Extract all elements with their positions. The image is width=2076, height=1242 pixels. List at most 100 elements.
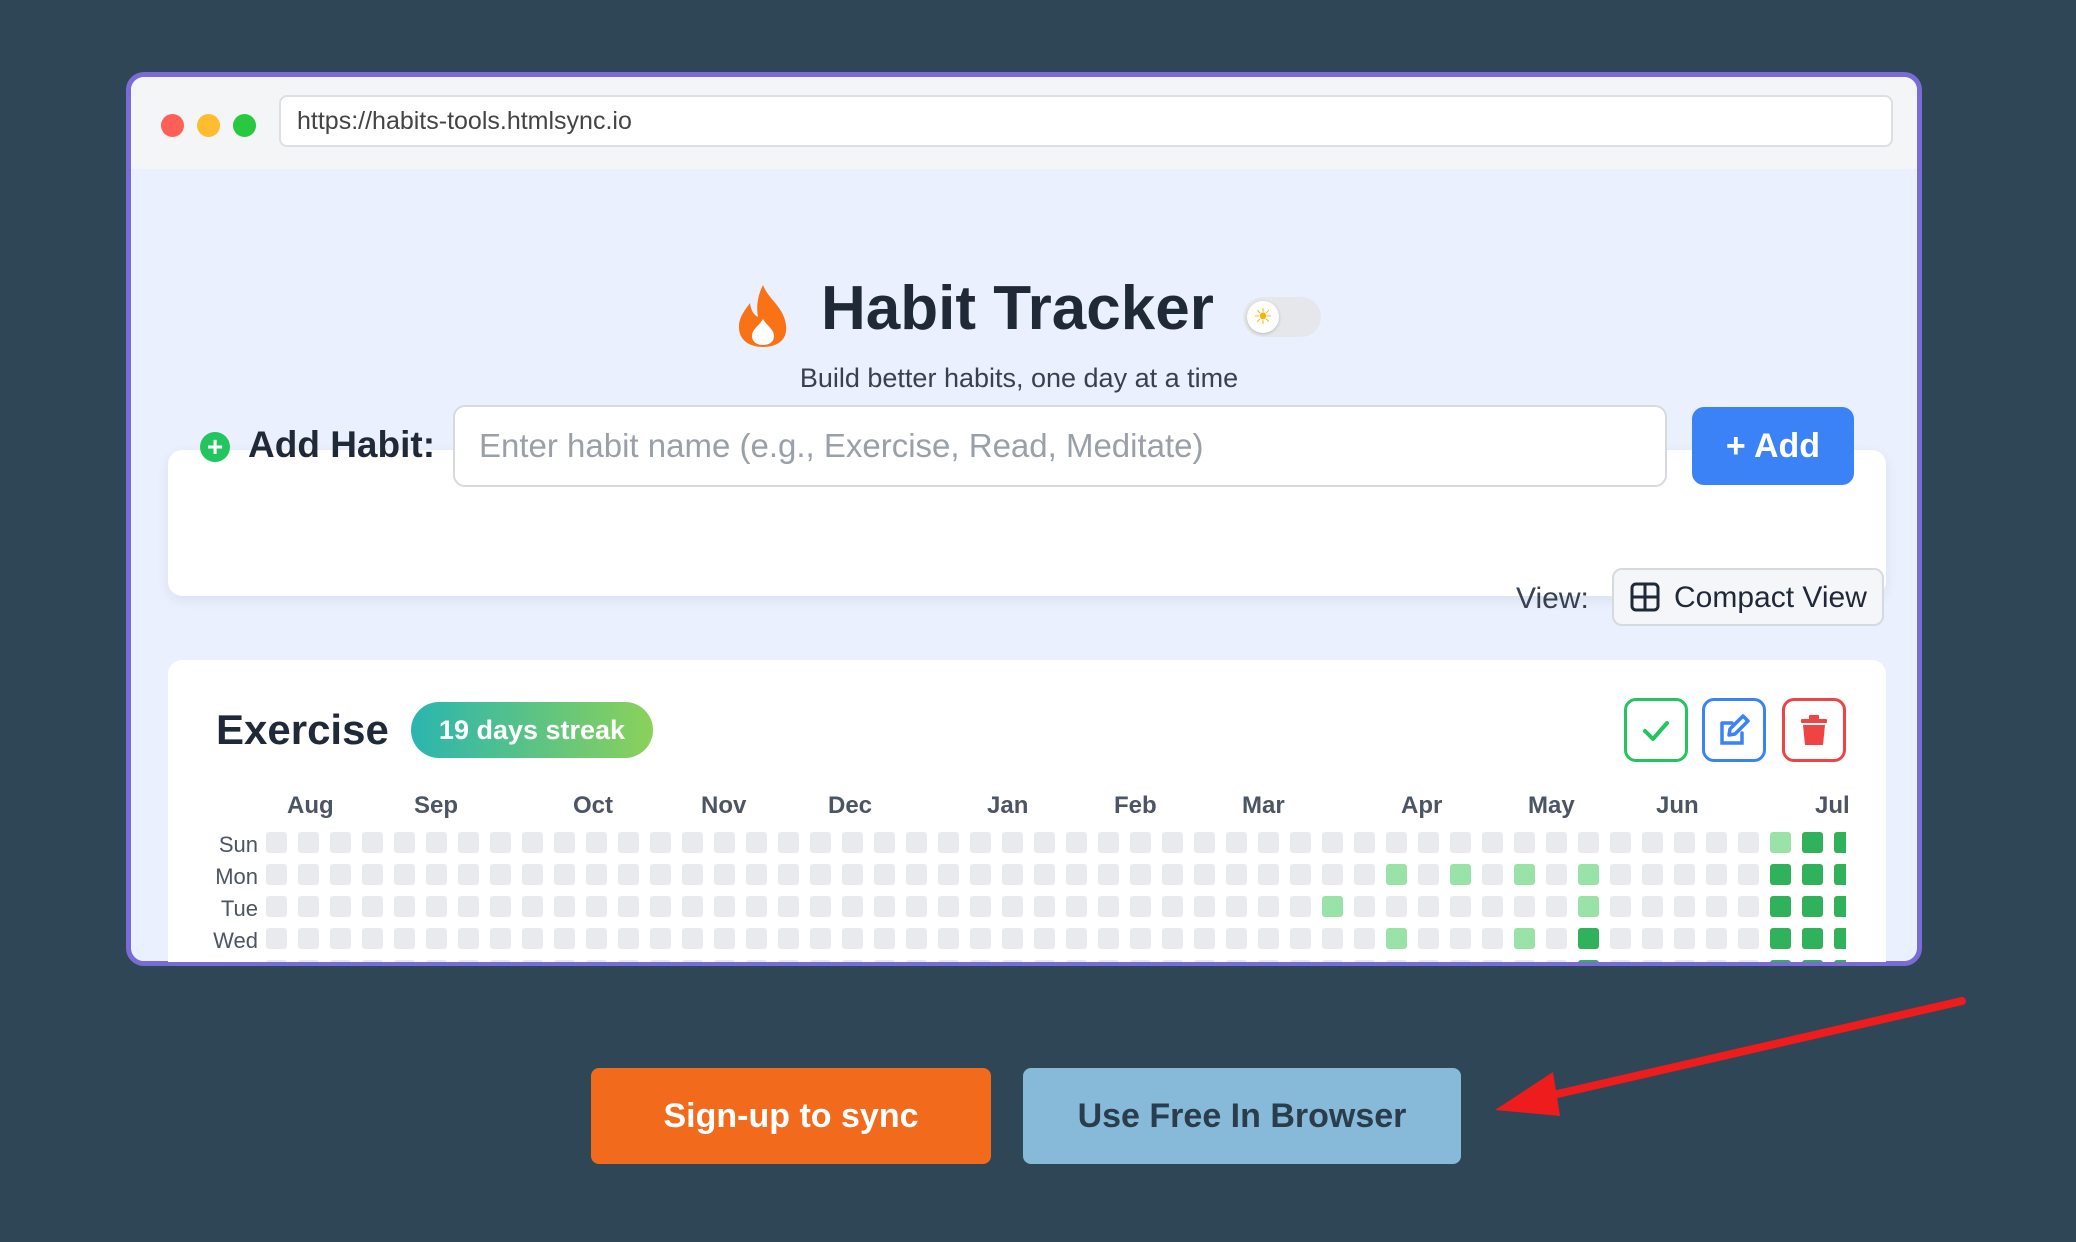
heatmap-cell[interactable] xyxy=(1130,960,1151,962)
heatmap-cell[interactable] xyxy=(330,832,351,853)
heatmap-cell[interactable] xyxy=(362,928,383,949)
heatmap-cell[interactable] xyxy=(1130,864,1151,885)
heatmap-cell[interactable] xyxy=(426,928,447,949)
edit-habit-button[interactable] xyxy=(1702,698,1766,762)
heatmap-cell[interactable] xyxy=(714,960,735,962)
heatmap-cell[interactable] xyxy=(1610,832,1631,853)
heatmap-cell[interactable] xyxy=(330,960,351,962)
heatmap-cell[interactable] xyxy=(1002,832,1023,853)
heatmap-cell[interactable] xyxy=(842,928,863,949)
heatmap-cell[interactable] xyxy=(1226,960,1247,962)
heatmap-cell[interactable] xyxy=(1610,928,1631,949)
heatmap-cell[interactable] xyxy=(1770,832,1791,853)
heatmap-cell[interactable] xyxy=(842,864,863,885)
heatmap-cell[interactable] xyxy=(1418,960,1439,962)
heatmap-cell[interactable] xyxy=(1162,864,1183,885)
heatmap-cell[interactable] xyxy=(554,928,575,949)
heatmap-cell[interactable] xyxy=(1386,896,1407,917)
heatmap-cell[interactable] xyxy=(1674,960,1695,962)
heatmap-cell[interactable] xyxy=(1098,960,1119,962)
heatmap-cell[interactable] xyxy=(810,864,831,885)
heatmap-cell[interactable] xyxy=(1098,928,1119,949)
heatmap-cell[interactable] xyxy=(394,960,415,962)
heatmap-cell[interactable] xyxy=(1258,864,1279,885)
heatmap-cell[interactable] xyxy=(778,896,799,917)
heatmap-cell[interactable] xyxy=(778,928,799,949)
heatmap-cell[interactable] xyxy=(1674,864,1695,885)
heatmap-cell[interactable] xyxy=(522,928,543,949)
heatmap-cell[interactable] xyxy=(490,832,511,853)
heatmap-cell[interactable] xyxy=(554,832,575,853)
heatmap-cell[interactable] xyxy=(746,928,767,949)
heatmap-cell[interactable] xyxy=(874,928,895,949)
heatmap-cell[interactable] xyxy=(426,832,447,853)
heatmap-cell[interactable] xyxy=(1034,928,1055,949)
heatmap-cell[interactable] xyxy=(1802,832,1823,853)
heatmap-cell[interactable] xyxy=(490,960,511,962)
heatmap-cell[interactable] xyxy=(1034,832,1055,853)
heatmap-cell[interactable] xyxy=(1770,960,1791,962)
heatmap-cell[interactable] xyxy=(1546,864,1567,885)
heatmap-cell[interactable] xyxy=(458,864,479,885)
heatmap-cell[interactable] xyxy=(1066,832,1087,853)
heatmap-cell[interactable] xyxy=(1002,928,1023,949)
heatmap-cell[interactable] xyxy=(522,960,543,962)
heatmap-cell[interactable] xyxy=(746,864,767,885)
heatmap-cell[interactable] xyxy=(1514,896,1535,917)
signup-button[interactable]: Sign-up to sync xyxy=(591,1068,991,1164)
heatmap-cell[interactable] xyxy=(1290,864,1311,885)
heatmap-cell[interactable] xyxy=(1674,832,1695,853)
heatmap-cell[interactable] xyxy=(682,832,703,853)
heatmap-cell[interactable] xyxy=(1610,960,1631,962)
heatmap-cell[interactable] xyxy=(1738,960,1759,962)
heatmap-cell[interactable] xyxy=(394,832,415,853)
heatmap-cell[interactable] xyxy=(1642,928,1663,949)
heatmap-cell[interactable] xyxy=(1226,896,1247,917)
heatmap-cell[interactable] xyxy=(1258,960,1279,962)
heatmap-cell[interactable] xyxy=(1386,832,1407,853)
heatmap-cell[interactable] xyxy=(714,832,735,853)
heatmap-cell[interactable] xyxy=(1450,832,1471,853)
heatmap-cell[interactable] xyxy=(458,832,479,853)
heatmap-cell[interactable] xyxy=(650,864,671,885)
heatmap-cell[interactable] xyxy=(1418,832,1439,853)
heatmap-cell[interactable] xyxy=(1034,864,1055,885)
heatmap-cell[interactable] xyxy=(1098,832,1119,853)
heatmap-cell[interactable] xyxy=(1130,928,1151,949)
heatmap-cell[interactable] xyxy=(1802,896,1823,917)
heatmap-cell[interactable] xyxy=(682,928,703,949)
heatmap-cell[interactable] xyxy=(266,832,287,853)
heatmap-cell[interactable] xyxy=(1578,896,1599,917)
heatmap-cell[interactable] xyxy=(298,928,319,949)
heatmap-cell[interactable] xyxy=(1194,928,1215,949)
heatmap-cell[interactable] xyxy=(906,832,927,853)
heatmap-cell[interactable] xyxy=(1738,896,1759,917)
heatmap-cell[interactable] xyxy=(330,896,351,917)
heatmap-cell[interactable] xyxy=(874,864,895,885)
heatmap-cell[interactable] xyxy=(426,896,447,917)
heatmap-cell[interactable] xyxy=(1162,832,1183,853)
heatmap-cell[interactable] xyxy=(1194,960,1215,962)
heatmap-cell[interactable] xyxy=(330,928,351,949)
close-window-dot[interactable] xyxy=(161,114,184,137)
heatmap-cell[interactable] xyxy=(1706,928,1727,949)
heatmap-cell[interactable] xyxy=(682,896,703,917)
heatmap-cell[interactable] xyxy=(1290,960,1311,962)
heatmap-cell[interactable] xyxy=(746,832,767,853)
heatmap-cell[interactable] xyxy=(1226,928,1247,949)
heatmap-cell[interactable] xyxy=(650,928,671,949)
heatmap-cell[interactable] xyxy=(266,928,287,949)
heatmap-cell[interactable] xyxy=(1258,896,1279,917)
heatmap-cell[interactable] xyxy=(1546,960,1567,962)
heatmap-cell[interactable] xyxy=(906,896,927,917)
heatmap-cell[interactable] xyxy=(1162,928,1183,949)
heatmap-cell[interactable] xyxy=(266,896,287,917)
heatmap-cell[interactable] xyxy=(1386,960,1407,962)
delete-habit-button[interactable] xyxy=(1782,698,1846,762)
minimize-window-dot[interactable] xyxy=(197,114,220,137)
heatmap-cell[interactable] xyxy=(1258,928,1279,949)
heatmap-cell[interactable] xyxy=(1610,896,1631,917)
heatmap-cell[interactable] xyxy=(618,928,639,949)
heatmap-cell[interactable] xyxy=(714,864,735,885)
heatmap-cell[interactable] xyxy=(650,896,671,917)
